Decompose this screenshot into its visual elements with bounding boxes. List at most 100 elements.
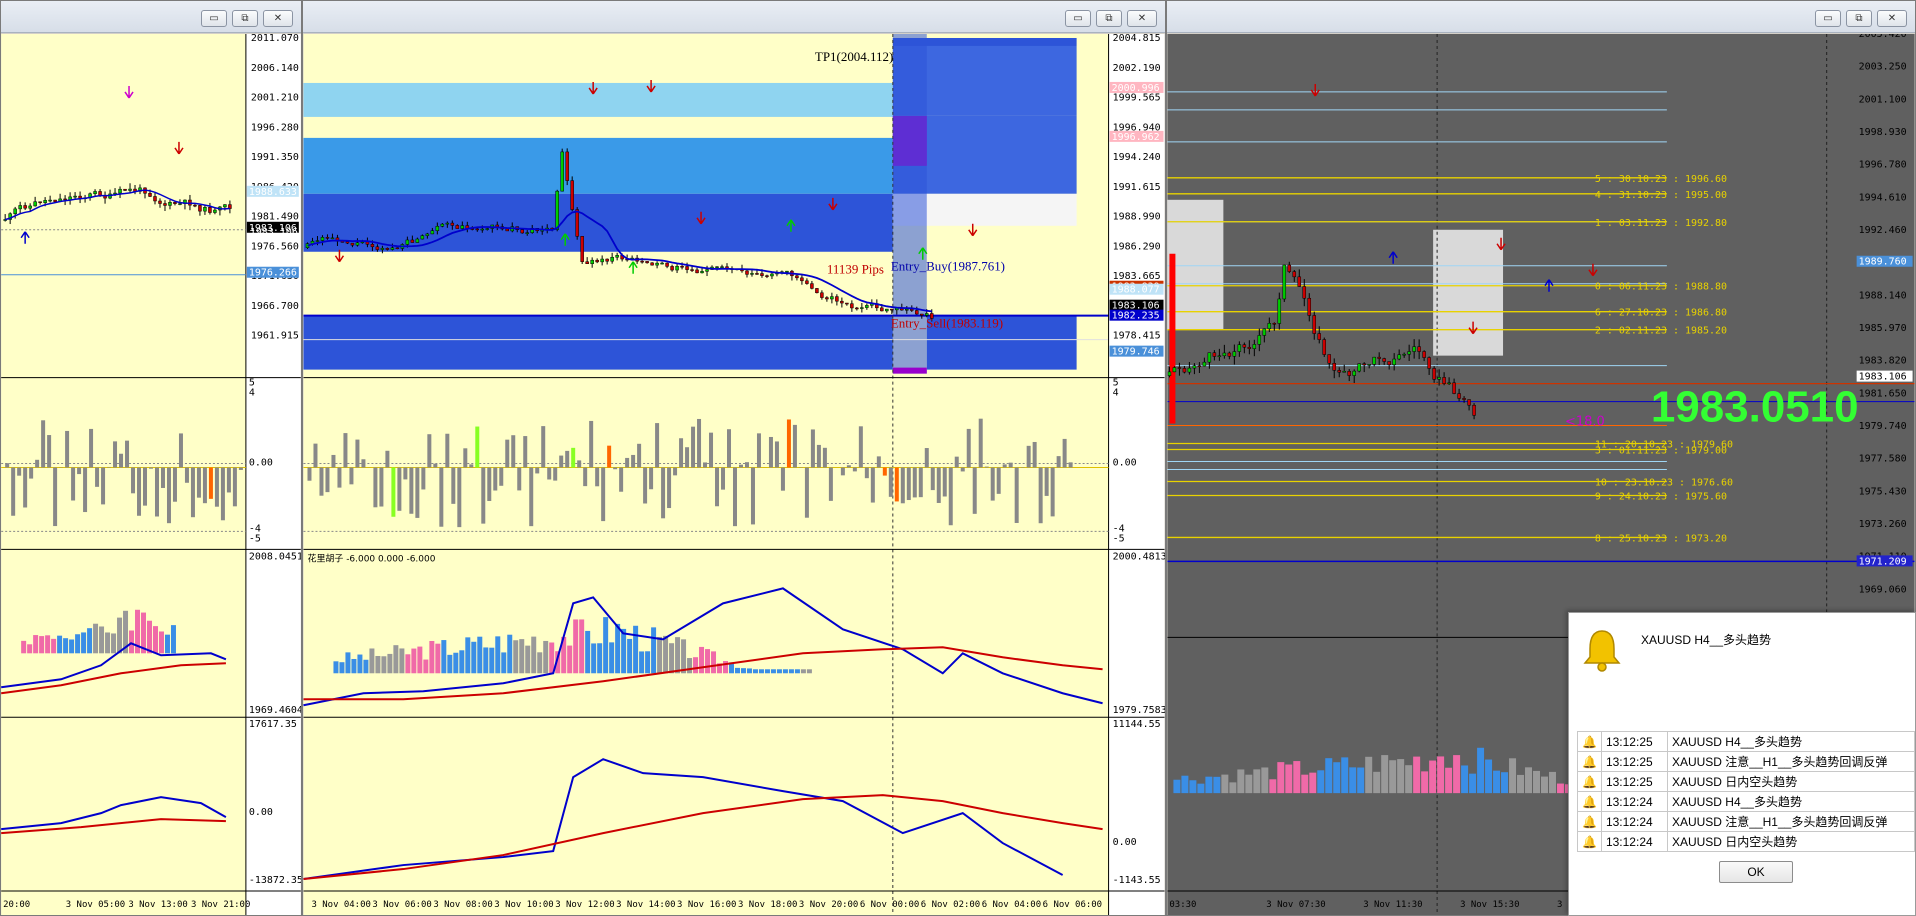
oscillator-bar	[613, 467, 618, 470]
minimize-button[interactable]: ▭	[201, 10, 227, 27]
candle	[370, 244, 375, 248]
candle	[485, 228, 490, 230]
oscillator-bar	[661, 467, 666, 519]
oscillator-bar	[220, 467, 225, 521]
macd-histogram-bar	[69, 639, 75, 654]
candle	[445, 222, 450, 225]
restore-button[interactable]: ⧉	[1096, 10, 1122, 27]
oscillator-bar	[166, 467, 171, 524]
time-axis-label: 3 Nov 08:00	[433, 900, 492, 910]
minimize-button[interactable]: ▭	[1065, 10, 1091, 27]
macd-histogram-bar	[417, 646, 423, 674]
candle	[885, 308, 889, 312]
alert-time: 13:12:24	[1600, 791, 1668, 812]
oscillator-bar	[427, 434, 432, 468]
candle	[1257, 335, 1262, 345]
close-button[interactable]: ✕	[1877, 10, 1907, 27]
candle	[450, 222, 455, 226]
alert-row[interactable]: 🔔 13:12:25 XAUUSD 注意__H1__多头趋势回调反弹	[1577, 751, 1916, 772]
candle	[1357, 363, 1361, 372]
candle	[128, 188, 132, 191]
oscillator-bar	[493, 467, 498, 491]
alert-row[interactable]: 🔔 13:12:24 XAUUSD 日内空头趋势	[1577, 831, 1916, 852]
restore-button[interactable]: ⧉	[232, 10, 258, 27]
candle	[168, 201, 172, 206]
chart-1-canvas[interactable]: 2011.070 2006.140 2001.210 1996.280 1991.350…	[1, 34, 301, 915]
oscillator-bar	[23, 467, 28, 508]
candle	[1442, 377, 1446, 384]
macd-histogram-bar	[477, 636, 483, 674]
oscillator-bar	[942, 467, 947, 497]
time-axis-label: 3 Nov 14:00	[616, 900, 675, 910]
oscillator-bar	[547, 467, 552, 480]
candle	[800, 277, 804, 282]
close-button[interactable]: ✕	[263, 10, 293, 27]
candle	[475, 228, 480, 231]
chart-window-2-titlebar[interactable]: ▭ ⧉ ✕	[303, 1, 1165, 33]
time-axis-label: 3 Nov 07:30	[1266, 900, 1325, 910]
alert-history-table[interactable]: 🔔 13:12:25 XAUUSD H4__多头趋势 🔔 13:12:25 XAUUSD …	[1577, 731, 1916, 852]
alert-text: XAUUSD 日内空头趋势	[1666, 831, 1916, 852]
candle	[690, 269, 694, 271]
alert-row[interactable]: 🔔 13:12:25 XAUUSD H4__多头趋势	[1577, 731, 1916, 752]
chart-2-canvas[interactable]: 2004.815 2002.190 1999.565 1996.940 1994.240…	[303, 34, 1165, 915]
oscillator-bar	[709, 432, 714, 468]
macd-histogram-bar	[687, 658, 693, 674]
candle	[1242, 344, 1247, 348]
price-tag-label: 1971.209	[1859, 556, 1907, 567]
candle	[375, 246, 380, 250]
oscillator-bar	[840, 467, 845, 476]
chart-window-3-titlebar[interactable]: ▭ ⧉ ✕	[1167, 1, 1915, 33]
ok-button[interactable]: OK	[1719, 861, 1793, 883]
oscillator-bar	[95, 467, 100, 487]
bell-icon: 🔔	[1577, 751, 1602, 772]
macd-histogram-bar	[1429, 760, 1437, 794]
oscillator-bar	[577, 460, 582, 468]
alert-row[interactable]: 🔔 13:12:25 XAUUSD 日内空头趋势	[1577, 771, 1916, 792]
candle	[865, 305, 869, 308]
macd-histogram-bar	[1181, 775, 1189, 794]
price-tick-label: 1973.260	[1859, 519, 1907, 530]
macd-histogram-bar	[537, 652, 543, 674]
macd-histogram-bar	[1325, 758, 1333, 794]
candle	[1177, 367, 1182, 369]
price-tick-label: 1999.565	[1113, 93, 1161, 104]
oscillator-bar	[349, 467, 354, 485]
macd-histogram-bar	[435, 643, 441, 674]
oscillator-bar	[11, 467, 16, 516]
oscillator-bar	[202, 467, 207, 504]
pivot-level-label: 8 : 25.10.23 : 1973.20	[1595, 533, 1727, 544]
macd-histogram-bar	[507, 634, 513, 674]
oscillator-bar	[101, 467, 106, 505]
alert-dialog[interactable]: XAUUSD H4__多头趋势 🔔 13:12:25 XAUUSD H4__多头趋势…	[1568, 612, 1916, 916]
macd-histogram-bar	[495, 636, 501, 674]
macd-histogram-bar	[770, 669, 776, 674]
oscillator-bar	[607, 445, 612, 468]
alert-row[interactable]: 🔔 13:12:24 XAUUSD 注意__H1__多头趋势回调反弹	[1577, 811, 1916, 832]
minimize-button[interactable]: ▭	[1815, 10, 1841, 27]
candle	[765, 275, 769, 277]
bell-icon: 🔔	[1577, 811, 1602, 832]
chart-window-2[interactable]: ▭ ⧉ ✕ 2004.815 2002.190 1999.565 1996.94…	[302, 0, 1166, 916]
price-tick-label: 1961.915	[251, 331, 299, 342]
candle	[760, 273, 764, 276]
candle	[1202, 361, 1207, 367]
chart-window-1-titlebar[interactable]: ▭ ⧉ ✕	[1, 1, 301, 33]
price-tick-label: 1988.140	[1859, 290, 1907, 301]
oscillator-bar	[619, 467, 624, 492]
chart-window-1[interactable]: ▭ ⧉ ✕ 2011.070 2006.140 2001.210 1996.280 19…	[0, 0, 302, 916]
candle	[1432, 368, 1436, 380]
oscillator-bar	[154, 467, 159, 517]
candle	[1327, 354, 1331, 364]
candle	[33, 201, 37, 207]
close-button[interactable]: ✕	[1127, 10, 1157, 27]
indicator-scale-label: 2008.0451	[249, 551, 301, 562]
oscillator-bar	[703, 462, 708, 468]
alert-row[interactable]: 🔔 13:12:24 XAUUSD H4__多头趋势	[1577, 791, 1916, 812]
oscillator-bar	[325, 467, 330, 493]
oscillator-bar	[571, 447, 576, 468]
macd-histogram-bar	[339, 662, 345, 674]
oscillator-bar	[178, 433, 183, 468]
oscillator-bar	[1014, 467, 1019, 523]
restore-button[interactable]: ⧉	[1846, 10, 1872, 27]
